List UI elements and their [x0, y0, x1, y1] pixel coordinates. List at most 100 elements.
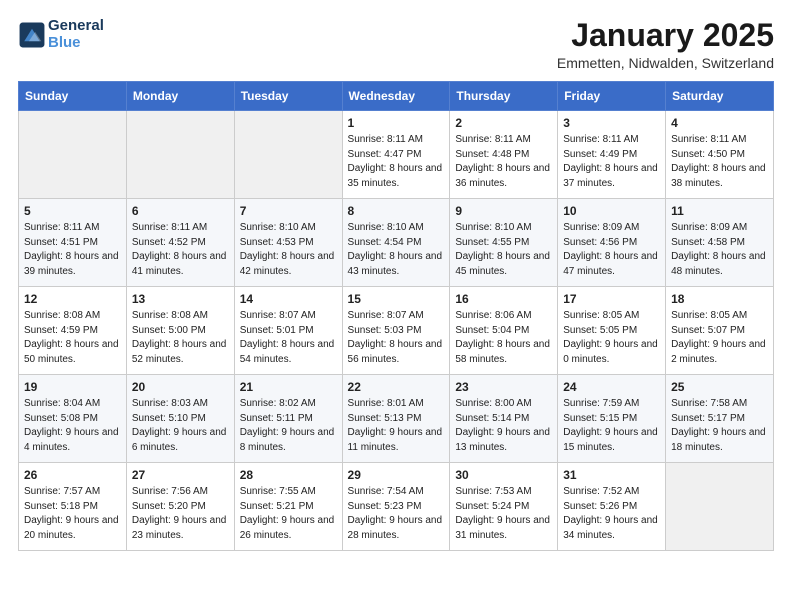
cell-content: Sunrise: 8:02 AMSunset: 5:11 PMDaylight:…	[240, 397, 337, 455]
calendar-cell: 13Sunrise: 8:08 AMSunset: 5:00 PMDayligh…	[126, 287, 234, 375]
weekday-header-monday: Monday	[126, 82, 234, 111]
week-row-4: 19 Sunrise: 8:04 AMSunset: 5:08 PMDayligh…	[19, 375, 774, 463]
day-number: 6	[132, 204, 229, 218]
calendar-cell: 31 Sunrise: 7:52 AMSunset: 5:26 PMDayligh…	[558, 463, 666, 551]
cell-content: Sunrise: 8:00 AMSunset: 5:14 PMDaylight:…	[455, 397, 552, 455]
calendar-cell: 23 Sunrise: 8:00 AMSunset: 5:14 PMDayligh…	[450, 375, 558, 463]
calendar-cell: 26Sunrise: 7:57 AMSunset: 5:18 PMDayligh…	[19, 463, 127, 551]
cell-content: Sunrise: 8:07 AMSunset: 5:01 PMDaylight:…	[240, 309, 337, 367]
title-area: January 2025 Emmetten, Nidwalden, Switze…	[557, 18, 774, 71]
day-number: 22	[348, 380, 445, 394]
weekday-header-thursday: Thursday	[450, 82, 558, 111]
calendar-cell: 20 Sunrise: 8:03 AMSunset: 5:10 PMDayligh…	[126, 375, 234, 463]
page: General Blue January 2025 Emmetten, Nidw…	[0, 0, 792, 612]
day-number: 9	[455, 204, 552, 218]
calendar-cell: 5Sunrise: 8:11 AMSunset: 4:51 PMDaylight…	[19, 199, 127, 287]
day-number: 8	[348, 204, 445, 218]
calendar-cell: 22 Sunrise: 8:01 AMSunset: 5:13 PMDayligh…	[342, 375, 450, 463]
calendar-cell: 27 Sunrise: 7:56 AMSunset: 5:20 PMDayligh…	[126, 463, 234, 551]
logo-general: General	[48, 18, 104, 35]
cell-content: Sunrise: 7:56 AMSunset: 5:20 PMDaylight:…	[132, 485, 229, 543]
day-number: 30	[455, 468, 552, 482]
cell-content: Sunrise: 8:01 AMSunset: 5:13 PMDaylight:…	[348, 397, 445, 455]
cell-content: Sunrise: 8:03 AMSunset: 5:10 PMDaylight:…	[132, 397, 229, 455]
calendar-cell	[19, 111, 127, 199]
day-number: 16	[455, 292, 552, 306]
calendar-cell	[126, 111, 234, 199]
cell-content: Sunrise: 7:53 AMSunset: 5:24 PMDaylight:…	[455, 485, 552, 543]
calendar-cell: 1 Sunrise: 8:11 AMSunset: 4:47 PMDaylight…	[342, 111, 450, 199]
cell-content: Sunrise: 8:06 AMSunset: 5:04 PMDaylight:…	[455, 309, 552, 367]
calendar-cell: 17 Sunrise: 8:05 AMSunset: 5:05 PMDayligh…	[558, 287, 666, 375]
calendar-cell: 19 Sunrise: 8:04 AMSunset: 5:08 PMDayligh…	[19, 375, 127, 463]
day-number: 14	[240, 292, 337, 306]
cell-content: Sunrise: 7:52 AMSunset: 5:26 PMDaylight:…	[563, 485, 660, 543]
day-number: 4	[671, 116, 768, 130]
day-number: 17	[563, 292, 660, 306]
cell-content: Sunrise: 8:09 AMSunset: 4:58 PMDaylight:…	[671, 221, 768, 279]
cell-content: Sunrise: 8:10 AMSunset: 4:55 PMDaylight:…	[455, 221, 552, 279]
header: General Blue January 2025 Emmetten, Nidw…	[18, 18, 774, 71]
cell-content: Sunrise: 8:11 AMSunset: 4:50 PMDaylight:…	[671, 133, 768, 191]
cell-content: Sunrise: 8:11 AMSunset: 4:47 PMDaylight:…	[348, 133, 445, 191]
calendar-cell: 14 Sunrise: 8:07 AMSunset: 5:01 PMDayligh…	[234, 287, 342, 375]
day-number: 11	[671, 204, 768, 218]
calendar-table: SundayMondayTuesdayWednesdayThursdayFrid…	[18, 81, 774, 551]
day-number: 7	[240, 204, 337, 218]
day-number: 23	[455, 380, 552, 394]
month-title: January 2025	[557, 18, 774, 53]
location: Emmetten, Nidwalden, Switzerland	[557, 55, 774, 71]
cell-content: Sunrise: 8:11 AMSunset: 4:48 PMDaylight:…	[455, 133, 552, 191]
cell-content: Sunrise: 8:08 AMSunset: 5:00 PMDaylight:…	[132, 309, 229, 367]
cell-content: Sunrise: 8:11 AMSunset: 4:49 PMDaylight:…	[563, 133, 660, 191]
week-row-3: 12Sunrise: 8:08 AMSunset: 4:59 PMDayligh…	[19, 287, 774, 375]
calendar-cell: 6 Sunrise: 8:11 AMSunset: 4:52 PMDaylight…	[126, 199, 234, 287]
day-number: 27	[132, 468, 229, 482]
day-number: 29	[348, 468, 445, 482]
cell-content: Sunrise: 8:05 AMSunset: 5:07 PMDaylight:…	[671, 309, 768, 367]
logo-icon	[18, 21, 46, 49]
cell-content: Sunrise: 8:05 AMSunset: 5:05 PMDaylight:…	[563, 309, 660, 367]
calendar-cell: 25Sunrise: 7:58 AMSunset: 5:17 PMDayligh…	[666, 375, 774, 463]
calendar-cell: 18 Sunrise: 8:05 AMSunset: 5:07 PMDayligh…	[666, 287, 774, 375]
day-number: 21	[240, 380, 337, 394]
day-number: 28	[240, 468, 337, 482]
week-row-1: 1 Sunrise: 8:11 AMSunset: 4:47 PMDaylight…	[19, 111, 774, 199]
calendar-cell: 11 Sunrise: 8:09 AMSunset: 4:58 PMDayligh…	[666, 199, 774, 287]
calendar-cell: 24Sunrise: 7:59 AMSunset: 5:15 PMDayligh…	[558, 375, 666, 463]
logo: General Blue	[18, 18, 104, 51]
cell-content: Sunrise: 8:04 AMSunset: 5:08 PMDaylight:…	[24, 397, 121, 455]
calendar-cell	[234, 111, 342, 199]
week-row-2: 5Sunrise: 8:11 AMSunset: 4:51 PMDaylight…	[19, 199, 774, 287]
cell-content: Sunrise: 8:11 AMSunset: 4:52 PMDaylight:…	[132, 221, 229, 279]
day-number: 5	[24, 204, 121, 218]
calendar-cell: 28Sunrise: 7:55 AMSunset: 5:21 PMDayligh…	[234, 463, 342, 551]
day-number: 20	[132, 380, 229, 394]
calendar-header: SundayMondayTuesdayWednesdayThursdayFrid…	[19, 82, 774, 111]
day-number: 31	[563, 468, 660, 482]
calendar-body: 1 Sunrise: 8:11 AMSunset: 4:47 PMDaylight…	[19, 111, 774, 551]
calendar-cell: 9 Sunrise: 8:10 AMSunset: 4:55 PMDaylight…	[450, 199, 558, 287]
calendar-cell: 29 Sunrise: 7:54 AMSunset: 5:23 PMDayligh…	[342, 463, 450, 551]
calendar-cell: 16 Sunrise: 8:06 AMSunset: 5:04 PMDayligh…	[450, 287, 558, 375]
calendar-cell: 2 Sunrise: 8:11 AMSunset: 4:48 PMDaylight…	[450, 111, 558, 199]
cell-content: Sunrise: 7:54 AMSunset: 5:23 PMDaylight:…	[348, 485, 445, 543]
cell-content: Sunrise: 8:10 AMSunset: 4:54 PMDaylight:…	[348, 221, 445, 279]
calendar-cell: 21 Sunrise: 8:02 AMSunset: 5:11 PMDayligh…	[234, 375, 342, 463]
day-number: 10	[563, 204, 660, 218]
calendar-cell: 30 Sunrise: 7:53 AMSunset: 5:24 PMDayligh…	[450, 463, 558, 551]
cell-content: Sunrise: 8:09 AMSunset: 4:56 PMDaylight:…	[563, 221, 660, 279]
day-number: 15	[348, 292, 445, 306]
day-number: 2	[455, 116, 552, 130]
day-number: 18	[671, 292, 768, 306]
day-number: 1	[348, 116, 445, 130]
calendar-cell: 4 Sunrise: 8:11 AMSunset: 4:50 PMDaylight…	[666, 111, 774, 199]
day-number: 19	[24, 380, 121, 394]
logo-blue: Blue	[48, 35, 104, 52]
calendar-cell: 7Sunrise: 8:10 AMSunset: 4:53 PMDaylight…	[234, 199, 342, 287]
calendar-cell: 10 Sunrise: 8:09 AMSunset: 4:56 PMDayligh…	[558, 199, 666, 287]
cell-content: Sunrise: 8:07 AMSunset: 5:03 PMDaylight:…	[348, 309, 445, 367]
weekday-header-sunday: Sunday	[19, 82, 127, 111]
calendar-cell: 15 Sunrise: 8:07 AMSunset: 5:03 PMDayligh…	[342, 287, 450, 375]
day-number: 3	[563, 116, 660, 130]
